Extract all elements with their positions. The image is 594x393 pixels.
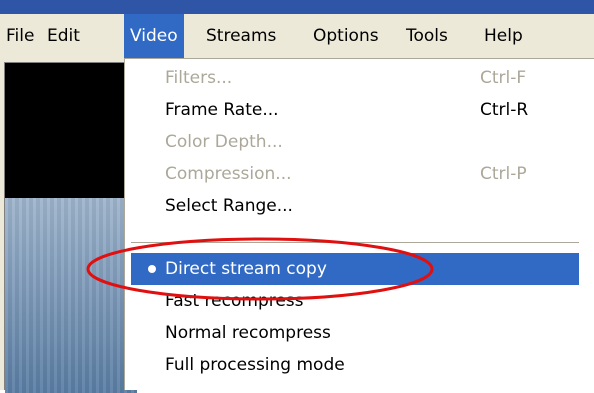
- menu-item-shortcut: Ctrl-P: [480, 164, 527, 184]
- menu-item-label: Color Depth...: [165, 132, 283, 152]
- menu-bar: File Edit Video Streams Options Tools He…: [0, 14, 594, 58]
- menu-item-normal-recompress[interactable]: Normal recompress: [125, 317, 585, 349]
- radio-bullet-icon: [148, 265, 156, 273]
- video-frame-image: [5, 198, 137, 393]
- menu-options[interactable]: Options: [307, 14, 385, 58]
- menu-tools[interactable]: Tools: [400, 14, 454, 58]
- menu-item-label: Fast recompress: [165, 291, 304, 311]
- menu-edit[interactable]: Edit: [41, 14, 86, 58]
- menu-item-filters[interactable]: Filters... Ctrl-F: [125, 62, 585, 94]
- menu-item-label: Direct stream copy: [165, 259, 327, 279]
- menu-item-full-processing-mode[interactable]: Full processing mode: [125, 349, 585, 381]
- menu-item-direct-stream-copy[interactable]: Direct stream copy: [131, 253, 579, 285]
- menu-help[interactable]: Help: [478, 14, 529, 58]
- menu-streams[interactable]: Streams: [200, 14, 282, 58]
- menu-item-fast-recompress[interactable]: Fast recompress: [125, 285, 585, 317]
- menu-item-label: Select Range...: [165, 196, 293, 216]
- menu-video[interactable]: Video: [124, 14, 184, 58]
- menu-item-label: Compression...: [165, 164, 292, 184]
- menu-item-color-depth[interactable]: Color Depth...: [125, 126, 585, 158]
- menu-item-label: Filters...: [165, 68, 233, 88]
- video-dropdown-menu: Filters... Ctrl-F Frame Rate... Ctrl-R C…: [124, 58, 594, 390]
- menu-separator: [131, 242, 579, 243]
- menu-item-shortcut: Ctrl-R: [480, 100, 529, 120]
- menu-item-label: Frame Rate...: [165, 100, 279, 120]
- menu-file[interactable]: File: [0, 14, 40, 58]
- menu-item-shortcut: Ctrl-F: [480, 68, 527, 88]
- menu-item-label: Full processing mode: [165, 355, 345, 375]
- window-frame: [0, 0, 594, 14]
- menu-item-compression[interactable]: Compression... Ctrl-P: [125, 158, 585, 190]
- menu-item-select-range[interactable]: Select Range...: [125, 190, 585, 222]
- menu-item-frame-rate[interactable]: Frame Rate... Ctrl-R: [125, 94, 585, 126]
- video-preview-pane: [4, 62, 138, 393]
- menu-item-label: Normal recompress: [165, 323, 331, 343]
